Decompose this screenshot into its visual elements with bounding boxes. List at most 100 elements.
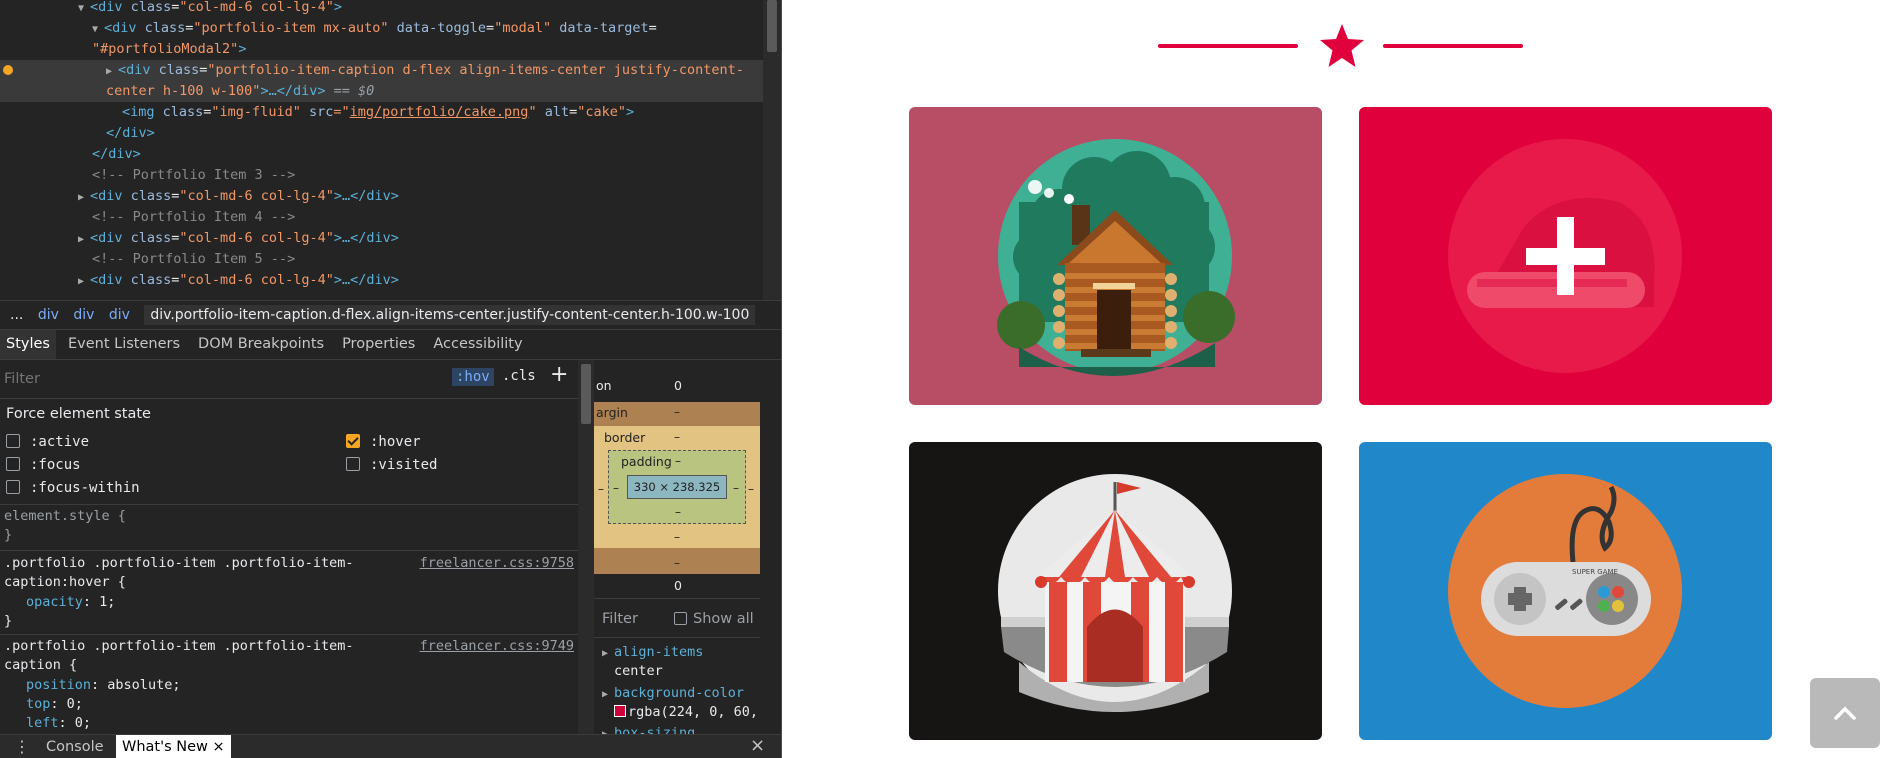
computed-filter-input[interactable]: Filter (602, 611, 638, 627)
dom-node-collapsed[interactable]: ▶ <div class="col-md-6 col-lg-4">…</div> (0, 270, 764, 291)
breadcrumb: ... div div div div.portfolio-item-capti… (0, 300, 781, 330)
tab-dom-breakpoints[interactable]: DOM Breakpoints (192, 330, 330, 359)
breadcrumb-item[interactable]: div (73, 307, 94, 323)
dom-node-collapsed[interactable]: ▶ <div class="col-md-6 col-lg-4">…</div> (0, 228, 764, 249)
tab-styles[interactable]: Styles (0, 330, 56, 359)
controller-brand-text: SUPER GAME (1572, 568, 1618, 576)
divider-line-left (1158, 44, 1298, 48)
webpage-viewport: SUPER GAME (783, 0, 1888, 758)
dom-node-img[interactable]: <img class="img-fluid" src="img/portfoli… (0, 102, 764, 123)
box-model-pane: on 0 argin – border – – – padding – – – … (594, 360, 760, 734)
breadcrumb-ellipsis[interactable]: ... (10, 307, 23, 323)
breakpoint-dot-icon (3, 65, 13, 75)
star-icon (1320, 24, 1364, 67)
expand-triangle-icon[interactable]: ▼ (92, 19, 104, 40)
rule-source-link[interactable]: freelancer.css:9749 (420, 638, 574, 654)
divider (0, 634, 578, 635)
force-state-title: Force element state (6, 406, 151, 422)
state-focus-within[interactable]: :focus-within (6, 480, 140, 496)
back-to-top-button[interactable] (1810, 678, 1880, 748)
computed-property[interactable]: ▶ align-items (602, 644, 703, 660)
breadcrumb-item[interactable]: div (38, 307, 59, 323)
styles-pane: :hov .cls + Force element state :active … (0, 360, 578, 734)
dom-node-close-div: </div> (92, 146, 141, 162)
dom-comment: <!-- Portfolio Item 5 --> (92, 251, 296, 267)
collapse-triangle-icon[interactable]: ▶ (106, 61, 118, 82)
rule-selector[interactable]: caption:hover { (4, 574, 126, 590)
sidebar-tabs: Styles Event Listeners DOM Breakpoints Prop… (0, 330, 781, 360)
checkbox[interactable] (6, 480, 20, 494)
box-model-margin[interactable]: argin – border – – – padding – – – 330 ×… (594, 402, 760, 574)
hov-toggle-button[interactable]: :hov (452, 368, 494, 386)
rule-source-link[interactable]: freelancer.css:9758 (420, 555, 574, 571)
collapse-triangle-icon[interactable]: ▶ (78, 271, 90, 292)
collapse-triangle-icon[interactable]: ▶ (602, 689, 614, 700)
drawer-menu-icon[interactable]: ⋮ (14, 737, 30, 756)
dom-node-selected-caption[interactable]: ▶ <div class="portfolio-item-caption d-fl… (0, 60, 764, 102)
game-controller-image: SUPER GAME (1448, 474, 1682, 708)
collapse-triangle-icon[interactable]: ▶ (602, 648, 614, 659)
rule-close: } (4, 613, 13, 629)
breadcrumb-item[interactable]: div (109, 307, 130, 323)
portfolio-item-cake[interactable] (1359, 107, 1772, 405)
rule-selector[interactable]: caption { (4, 657, 77, 673)
tab-event-listeners[interactable]: Event Listeners (62, 330, 186, 359)
computed-property[interactable]: ▶box-sizing (602, 725, 695, 734)
cls-toggle-button[interactable]: .cls (502, 368, 536, 384)
checkbox[interactable] (6, 457, 20, 471)
divider (0, 504, 578, 505)
element-style-rule[interactable]: element.style { (4, 508, 126, 524)
tab-whats-new[interactable]: What's New × (116, 735, 231, 758)
checkbox-checked[interactable] (346, 434, 360, 448)
styles-scrollbar[interactable] (578, 360, 594, 734)
rule-selector[interactable]: .portfolio .portfolio-item .portfolio-it… (4, 638, 354, 654)
divider (0, 550, 578, 551)
collapse-triangle-icon[interactable]: ▶ (78, 187, 90, 208)
state-visited[interactable]: :visited (346, 457, 437, 473)
checkbox[interactable] (6, 434, 20, 448)
box-model-border[interactable]: border – – – padding – – – 330 × 238.325… (594, 426, 760, 548)
styles-filter-row: :hov .cls + (0, 360, 578, 398)
rule-selector[interactable]: .portfolio .portfolio-item .portfolio-it… (4, 555, 354, 571)
styles-filter-input[interactable] (4, 366, 444, 391)
scrollbar-thumb[interactable] (581, 364, 591, 424)
breadcrumb-current[interactable]: div.portfolio-item-caption.d-flex.align-… (144, 305, 756, 325)
close-tab-icon[interactable]: × (212, 739, 224, 755)
css-declaration[interactable]: left: 0; (26, 715, 91, 731)
color-swatch[interactable] (614, 705, 626, 717)
state-focus[interactable]: :focus (6, 457, 81, 473)
portfolio-item-cabin[interactable] (909, 107, 1322, 405)
rule-close: } (4, 527, 13, 543)
new-rule-button[interactable]: + (550, 362, 568, 387)
css-declaration[interactable]: opacity: 1; (26, 594, 115, 610)
dom-node-collapsed[interactable]: ▶ <div class="col-md-6 col-lg-4">…</div> (0, 186, 764, 207)
box-model-content[interactable]: 330 × 238.325 (627, 475, 727, 499)
portfolio-item-circus[interactable] (909, 442, 1322, 740)
elements-scrollbar[interactable] (763, 0, 781, 300)
close-drawer-icon[interactable]: × (750, 735, 765, 756)
computed-property[interactable]: ▶ background-color (602, 685, 744, 701)
checkbox[interactable] (674, 612, 687, 625)
portfolio-item-game[interactable]: SUPER GAME (1359, 442, 1772, 740)
box-model-padding[interactable]: padding – – – 330 × 238.325 – (608, 450, 746, 524)
divider (0, 398, 578, 399)
img-src-link[interactable]: img/portfolio/cake.png (350, 104, 529, 120)
css-declaration[interactable]: position: absolute; (26, 677, 180, 693)
tab-console[interactable]: Console (40, 735, 110, 758)
tab-properties[interactable]: Properties (336, 330, 421, 359)
elements-tree: ▼ <div class="col-md-6 col-lg-4"> ▼ <div c… (0, 0, 764, 300)
state-hover[interactable]: :hover (346, 434, 421, 450)
css-declaration[interactable]: top: 0; (26, 696, 83, 712)
dom-node-col[interactable]: ▼ <div class="col-md-6 col-lg-4"> (0, 0, 764, 18)
dom-node-close-div: </div> (106, 125, 155, 141)
state-active[interactable]: :active (6, 434, 89, 450)
scrollbar-thumb[interactable] (767, 0, 777, 52)
tab-accessibility[interactable]: Accessibility (427, 330, 528, 359)
computed-filter-row: Filter Show all (594, 598, 760, 638)
show-all-toggle[interactable]: Show all (674, 611, 754, 627)
checkbox[interactable] (346, 457, 360, 471)
computed-value: center (614, 663, 663, 679)
expand-triangle-icon[interactable]: ▼ (78, 0, 90, 19)
collapse-triangle-icon[interactable]: ▶ (78, 229, 90, 250)
dom-node-portfolio-item[interactable]: ▼ <div class="portfolio-item mx-auto" dat… (0, 18, 764, 39)
